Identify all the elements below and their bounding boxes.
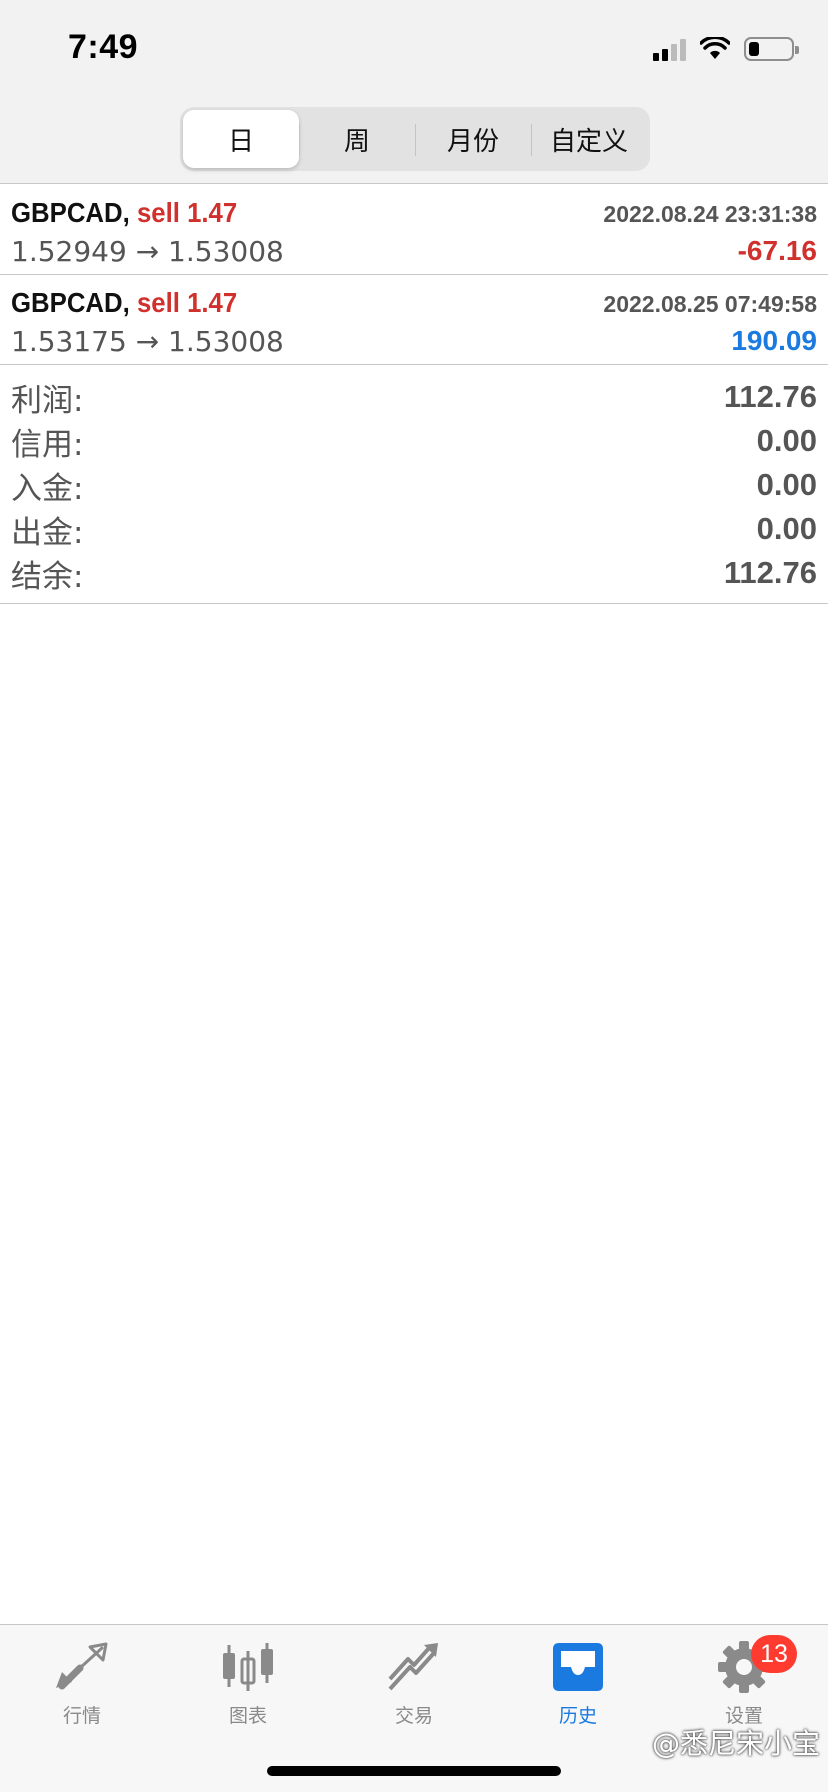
tab-history[interactable]: 历史 bbox=[523, 1639, 633, 1749]
trade-side-volume: sell 1.47 bbox=[136, 287, 238, 318]
trade-prices: 1.53175 → 1.53008 bbox=[11, 325, 284, 358]
candlestick-chart-icon bbox=[218, 1639, 278, 1695]
summary-value: 0.00 bbox=[756, 423, 817, 458]
quotes-arrows-icon bbox=[52, 1639, 112, 1695]
header-area: 7:49 日 周 月份 自定义 bbox=[0, 0, 828, 184]
period-tab-custom[interactable]: 自定义 bbox=[531, 110, 647, 168]
tab-charts[interactable]: 图表 bbox=[193, 1639, 303, 1749]
watermark-text: @悉尼宋小宝 bbox=[651, 1727, 820, 1760]
tab-label: 历史 bbox=[558, 1705, 597, 1727]
tab-quotes[interactable]: 行情 bbox=[27, 1639, 137, 1749]
tab-label: 行情 bbox=[62, 1705, 101, 1727]
summary-value: 112.76 bbox=[723, 555, 817, 590]
notification-badge: 13 bbox=[751, 1635, 797, 1673]
home-indicator bbox=[267, 1766, 561, 1776]
tab-trade[interactable]: 交易 bbox=[359, 1639, 469, 1749]
trade-symbol: GBPCAD, sell 1.47 bbox=[11, 197, 237, 229]
tab-label: 交易 bbox=[394, 1705, 433, 1727]
summary-label: 利润: bbox=[11, 382, 84, 419]
trade-profit: -67.16 bbox=[737, 235, 817, 266]
summary-label: 入金: bbox=[11, 470, 84, 507]
summary-label: 结余: bbox=[11, 558, 84, 595]
trade-time: 2022.08.24 23:31:38 bbox=[603, 201, 817, 227]
summary-label: 信用: bbox=[11, 426, 84, 463]
period-tab-month[interactable]: 月份 bbox=[415, 110, 531, 168]
wifi-icon bbox=[700, 37, 730, 59]
trade-trend-icon bbox=[384, 1639, 444, 1695]
watermark: @悉尼宋小宝 bbox=[652, 1722, 820, 1762]
battery-icon bbox=[744, 37, 799, 61]
period-tab-week[interactable]: 周 bbox=[299, 110, 415, 168]
trade-side-volume: sell 1.47 bbox=[136, 197, 238, 228]
summary-row-credit: 信用: 0.00 bbox=[0, 419, 828, 463]
summary-value: 112.76 bbox=[723, 379, 817, 414]
summary-row-profit: 利润: 112.76 bbox=[0, 375, 828, 419]
summary-value: 0.00 bbox=[756, 467, 817, 502]
period-segmented-control: 日 周 月份 自定义 bbox=[180, 107, 650, 171]
summary-label: 出金: bbox=[11, 514, 84, 551]
symbol-name: GBPCAD, bbox=[11, 287, 130, 318]
trade-row[interactable]: GBPCAD, sell 1.47 2022.08.25 07:49:58 1.… bbox=[0, 275, 828, 365]
history-inbox-icon bbox=[548, 1639, 608, 1695]
summary-value: 0.00 bbox=[756, 511, 817, 546]
status-icons bbox=[653, 34, 799, 64]
account-summary: 利润: 112.76 信用: 0.00 入金: 0.00 出金: 0.00 结余… bbox=[0, 365, 828, 604]
tab-label: 图表 bbox=[228, 1705, 267, 1727]
cellular-signal-icon bbox=[653, 37, 686, 61]
trade-prices: 1.52949 → 1.53008 bbox=[11, 235, 284, 268]
symbol-name: GBPCAD, bbox=[11, 197, 130, 228]
trade-profit: 190.09 bbox=[731, 325, 817, 356]
status-time: 7:49 bbox=[68, 28, 139, 66]
trade-symbol: GBPCAD, sell 1.47 bbox=[11, 287, 237, 319]
period-tab-day[interactable]: 日 bbox=[183, 110, 299, 168]
summary-row-balance: 结余: 112.76 bbox=[0, 551, 828, 595]
trade-time: 2022.08.25 07:49:58 bbox=[603, 291, 817, 317]
summary-row-withdrawal: 出金: 0.00 bbox=[0, 507, 828, 551]
trade-row[interactable]: GBPCAD, sell 1.47 2022.08.24 23:31:38 1.… bbox=[0, 185, 828, 275]
summary-row-deposit: 入金: 0.00 bbox=[0, 463, 828, 507]
